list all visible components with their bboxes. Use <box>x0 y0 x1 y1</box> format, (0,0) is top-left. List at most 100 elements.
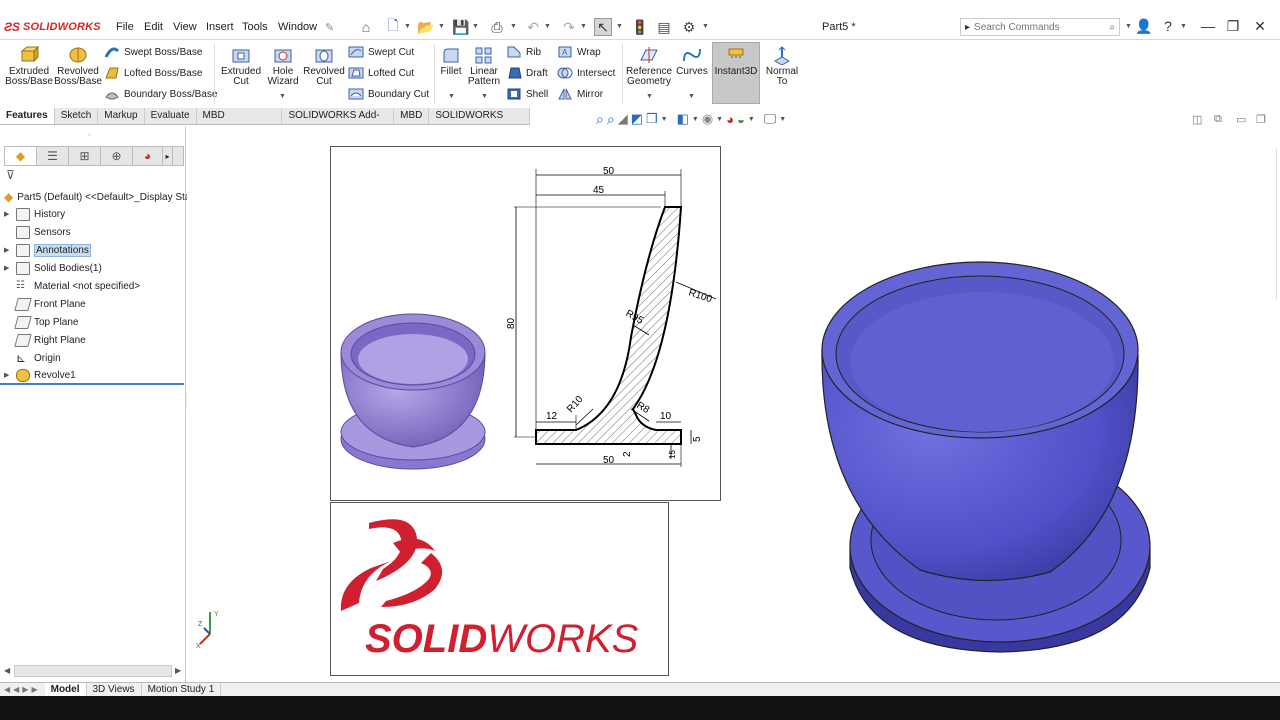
zoom-to-fit-icon[interactable]: ⌕ <box>596 111 604 128</box>
feature-manager-tab-icon[interactable]: ◆ <box>5 147 37 165</box>
chevron-right-icon[interactable]: ▸ <box>163 147 173 165</box>
menu-window[interactable]: Window <box>278 21 317 33</box>
tree-root-part[interactable]: ◆ Part5 (Default) <<Default>_Display Sta <box>4 189 190 205</box>
tab-solidworks-cam[interactable]: SOLIDWORKS CAM <box>429 108 530 137</box>
tab-mbd[interactable]: MBD <box>394 108 430 124</box>
expand-arrow-icon[interactable]: ▶ <box>4 264 12 272</box>
boundary-cut-button[interactable]: Boundary Cut <box>348 87 429 101</box>
expand-arrow-icon[interactable]: ▶ <box>4 210 12 218</box>
reference-geometry-button[interactable]: Reference Geometry <box>626 45 672 87</box>
view-orientation-icon[interactable]: ❒ <box>646 111 658 127</box>
tab-features[interactable]: Features <box>0 108 55 124</box>
scroll-right-icon[interactable]: ▶ <box>175 666 181 675</box>
tree-item-top-plane[interactable]: Top Plane <box>4 314 78 330</box>
instant3d-button[interactable]: Instant3D <box>714 45 758 77</box>
select-cursor-icon[interactable]: ↖ <box>594 18 612 36</box>
chevron-down-icon[interactable]: ▼ <box>404 23 411 30</box>
display-manager-tab-icon[interactable]: ◕ <box>133 147 163 165</box>
wrap-button[interactable]: A Wrap <box>557 45 601 59</box>
tab-mbd-dimensions[interactable]: MBD Dimensions <box>196 108 283 137</box>
menu-edit[interactable]: Edit <box>144 21 163 33</box>
tree-item-revolve1[interactable]: ▶ Revolve1 <box>4 367 76 383</box>
fillet-button[interactable]: Fillet <box>438 45 464 77</box>
chevron-down-icon[interactable]: ▼ <box>779 116 786 123</box>
tree-item-origin[interactable]: ⊾ Origin <box>4 350 61 366</box>
open-icon[interactable]: 📂 <box>417 18 435 36</box>
hole-wizard-button[interactable]: Hole Wizard <box>264 45 302 87</box>
chevron-down-icon[interactable]: ▼ <box>481 93 488 100</box>
options-gear-icon[interactable]: ⚙ <box>680 18 698 36</box>
chevron-down-icon[interactable]: ▼ <box>692 116 699 123</box>
section-view-icon[interactable]: ◩ <box>631 111 643 127</box>
view-settings-icon[interactable]: 🖵 <box>764 111 777 127</box>
tab-evaluate[interactable]: Evaluate <box>144 108 197 124</box>
chevron-down-icon[interactable]: ▼ <box>544 23 551 30</box>
tab-sketch[interactable]: Sketch <box>54 108 99 124</box>
file-properties-icon[interactable]: ▤ <box>655 18 673 36</box>
print-icon[interactable]: ⎙ <box>488 18 506 36</box>
tab-solidworks-addins[interactable]: SOLIDWORKS Add-Ins <box>282 108 395 137</box>
chevron-down-icon[interactable]: ▼ <box>646 93 653 100</box>
shell-button[interactable]: Shell <box>506 87 548 101</box>
chevron-down-icon[interactable]: ▼ <box>448 93 455 100</box>
user-icon[interactable]: 👤 <box>1134 18 1154 36</box>
save-icon[interactable]: 💾 <box>452 18 470 36</box>
revolved-cut-button[interactable]: Revolved Cut <box>303 45 345 87</box>
chevron-down-icon[interactable]: ▼ <box>716 116 723 123</box>
tab-3d-views[interactable]: 3D Views <box>87 683 142 696</box>
extruded-cut-button[interactable]: Extruded Cut <box>220 45 262 87</box>
tile-icon[interactable]: ⧉ <box>1214 113 1222 126</box>
configuration-manager-tab-icon[interactable]: ⊞ <box>69 147 101 165</box>
minimize-icon[interactable]: — <box>1198 18 1218 36</box>
chevron-down-icon[interactable]: ▼ <box>661 116 668 123</box>
chevron-down-icon[interactable]: ▼ <box>279 93 286 100</box>
chevron-down-icon[interactable]: ▼ <box>1125 23 1132 30</box>
intersect-button[interactable]: Intersect <box>557 66 615 80</box>
tab-nav-arrows-icon[interactable]: ◀◀▶▶ <box>0 685 45 694</box>
lofted-boss-button[interactable]: Lofted Boss/Base <box>104 66 202 80</box>
chevron-down-icon[interactable]: ▼ <box>510 23 517 30</box>
menu-tools[interactable]: Tools <box>242 21 268 33</box>
tree-item-front-plane[interactable]: Front Plane <box>4 296 86 312</box>
previous-view-icon[interactable]: ◢ <box>618 111 628 127</box>
chevron-down-icon[interactable]: ▼ <box>748 116 755 123</box>
swept-cut-button[interactable]: Swept Cut <box>348 45 414 59</box>
apply-scene-icon[interactable]: ◒ <box>737 112 745 127</box>
pin-icon[interactable]: ✎ <box>325 21 334 34</box>
dimxpert-tab-icon[interactable]: ⊕ <box>101 147 133 165</box>
chevron-down-icon[interactable]: ▼ <box>472 23 479 30</box>
lofted-cut-button[interactable]: Lofted Cut <box>348 66 414 80</box>
redo-icon[interactable]: ↷ <box>560 18 578 36</box>
rebuild-traffic-light-icon[interactable]: 🚦 <box>631 18 649 36</box>
close-icon[interactable]: ✕ <box>1250 18 1270 36</box>
tree-item-right-plane[interactable]: Right Plane <box>4 332 86 348</box>
chevron-down-icon[interactable]: ▼ <box>580 23 587 30</box>
help-icon[interactable]: ? <box>1158 18 1178 36</box>
chevron-down-icon[interactable]: ▼ <box>702 23 709 30</box>
mirror-button[interactable]: Mirror <box>557 87 603 101</box>
menu-file[interactable]: File <box>116 21 134 33</box>
draft-button[interactable]: Draft <box>506 66 548 80</box>
menu-insert[interactable]: Insert <box>206 21 234 33</box>
tree-item-annotations[interactable]: ▶ Annotations <box>4 242 91 258</box>
undo-icon[interactable]: ↶ <box>524 18 542 36</box>
filter-icon[interactable]: ⊽ <box>6 168 15 182</box>
panel-grip-icon[interactable]: ◦ <box>88 130 91 139</box>
expand-arrow-icon[interactable]: ▶ <box>4 371 12 379</box>
tab-markup[interactable]: Markup <box>98 108 145 124</box>
linear-pattern-button[interactable]: Linear Pattern <box>466 45 502 87</box>
doc-minimize-icon[interactable]: ▭ <box>1236 113 1246 126</box>
search-icon[interactable]: ⌕ <box>1109 22 1115 33</box>
chevron-down-icon[interactable]: ▼ <box>1180 23 1187 30</box>
chevron-down-icon[interactable]: ▼ <box>616 23 623 30</box>
expand-arrow-icon[interactable]: ▶ <box>4 246 12 254</box>
home-icon[interactable]: ⌂ <box>357 18 375 36</box>
cup-3d-model[interactable] <box>810 250 1170 670</box>
tab-model[interactable]: Model <box>44 683 87 696</box>
search-input[interactable] <box>974 21 1085 33</box>
doc-restore-icon[interactable]: ❐ <box>1256 113 1266 126</box>
rollback-bar[interactable] <box>0 383 184 385</box>
swept-boss-button[interactable]: Swept Boss/Base <box>104 45 202 59</box>
display-style-icon[interactable]: ◧ <box>677 111 689 127</box>
property-manager-tab-icon[interactable]: ☰ <box>37 147 69 165</box>
